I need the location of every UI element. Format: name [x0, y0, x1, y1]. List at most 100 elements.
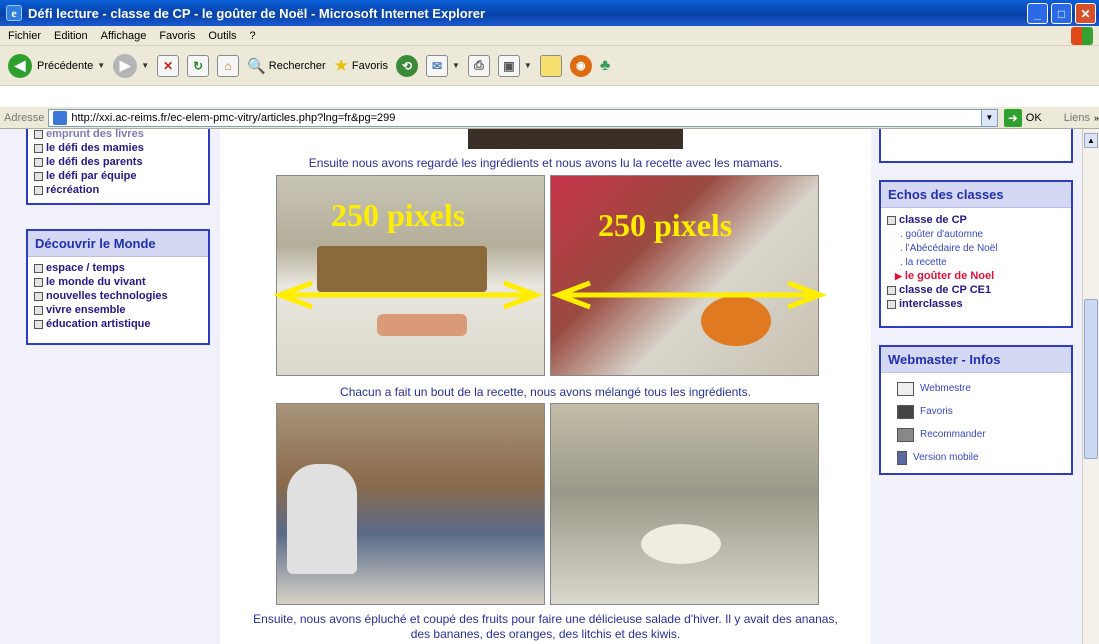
discover-box: Découvrir le Monde espace / temps le mon…	[26, 229, 210, 345]
favorites-button[interactable]: ★ Favoris	[334, 56, 388, 76]
go-button[interactable]: ➜ OK	[1003, 108, 1042, 127]
toolbar: ◀ Précédente ▼ ▶ ▼ ✕ ↻ ⌂ 🔍 Rechercher ★ …	[0, 46, 1099, 86]
menu-affichage[interactable]: Affichage	[101, 30, 147, 42]
history-button[interactable]: ⟲	[395, 54, 418, 77]
print-button[interactable]: ⎙	[467, 54, 490, 77]
research-button[interactable]: ◉	[569, 54, 592, 77]
stop-icon: ✕	[157, 54, 180, 77]
bullet-icon	[34, 143, 43, 153]
link-classe-cp[interactable]: classe de CP	[887, 213, 1071, 227]
menu-outils[interactable]: Outils	[208, 30, 236, 42]
bullet-icon	[34, 157, 43, 167]
left-column	[0, 129, 220, 644]
forward-dropdown-icon[interactable]: ▼	[141, 61, 149, 70]
menu-edition[interactable]: Edition	[54, 30, 88, 42]
mail-dropdown-icon[interactable]: ▼	[452, 61, 460, 70]
address-url: http://xxi.ac-reims.fr/ec-elem-pmc-vitry…	[71, 111, 396, 124]
bullet-icon	[34, 305, 43, 315]
photo-children-cooking	[276, 403, 545, 605]
current-arrow-icon: ▶	[895, 270, 902, 281]
back-dropdown-icon[interactable]: ▼	[97, 61, 105, 70]
search-icon: 🔍	[247, 57, 266, 75]
messenger-icon: ♣	[599, 56, 611, 74]
arrow-right	[550, 280, 828, 310]
left-top-menu-box: emprunt des livres le défi des mamies le…	[26, 129, 210, 205]
bullet-icon	[34, 171, 43, 181]
address-input[interactable]: http://xxi.ac-reims.fr/ec-elem-pmc-vitry…	[48, 108, 998, 127]
link-favoris[interactable]: Favoris	[897, 400, 1071, 423]
menu-favoris[interactable]: Favoris	[159, 30, 195, 42]
mail-button[interactable]: ✉ ▼	[425, 54, 460, 77]
title-bar: e Défi lecture - classe de CP - le goûte…	[0, 0, 1099, 26]
discuss-button[interactable]	[539, 54, 562, 77]
back-button[interactable]: ◀ Précédente ▼	[8, 53, 105, 78]
menu-link-parents[interactable]: le défi des parents	[34, 155, 208, 169]
go-arrow-icon: ➜	[1003, 108, 1022, 127]
scroll-up-icon[interactable]: ▲	[1084, 133, 1098, 148]
mail-icon	[897, 381, 914, 396]
link-webmestre[interactable]: Webmestre	[897, 377, 1071, 400]
link-interclasses[interactable]: interclasses	[887, 297, 1071, 311]
forward-button[interactable]: ▶ ▼	[113, 53, 149, 78]
bullet-icon	[34, 185, 43, 195]
link-classe-cp-ce1[interactable]: classe de CP CE1	[887, 283, 1071, 297]
overlay-label-right: 250 pixels	[598, 207, 733, 243]
menu-link-recreation[interactable]: récréation	[34, 183, 208, 197]
vertical-scrollbar[interactable]: ▲	[1082, 129, 1099, 644]
menu-link-equipe[interactable]: le défi par équipe	[34, 169, 208, 183]
menu-link-vivant[interactable]: le monde du vivant	[34, 275, 208, 289]
photo-children-reading	[550, 175, 819, 376]
link-recette[interactable]: . la recette	[887, 255, 1071, 269]
share-icon	[897, 427, 914, 442]
links-label[interactable]: Liens	[1064, 112, 1090, 124]
research-icon: ◉	[569, 54, 592, 77]
forward-arrow-icon: ▶	[113, 53, 138, 78]
windows-logo-icon	[1071, 27, 1093, 45]
photo-eggs	[377, 314, 467, 336]
minus-icon	[887, 215, 896, 225]
links-chevron-icon[interactable]: »	[1094, 113, 1099, 123]
address-dropdown-icon[interactable]: ▼	[980, 109, 997, 126]
edit-dropdown-icon[interactable]: ▼	[524, 61, 532, 70]
menu-link-vivre-ensemble[interactable]: vivre ensemble	[34, 303, 208, 317]
menu-help[interactable]: ?	[250, 30, 256, 42]
menu-fichier[interactable]: Fichier	[8, 30, 41, 42]
go-label: OK	[1025, 111, 1042, 124]
minimize-button[interactable]: _	[1027, 3, 1048, 24]
back-arrow-icon: ◀	[8, 53, 32, 78]
caption-ingredients: Ensuite nous avons regardé les ingrédien…	[308, 156, 783, 170]
page-content: emprunt des livres le défi des mamies le…	[0, 129, 1099, 644]
stop-button[interactable]: ✕	[157, 54, 180, 77]
search-label: Rechercher	[268, 59, 326, 72]
refresh-button[interactable]: ↻	[187, 54, 210, 77]
close-button[interactable]: ✕	[1075, 3, 1096, 24]
menu-link-education-artistique[interactable]: éducation artistique	[34, 317, 208, 331]
search-button[interactable]: 🔍 Rechercher	[247, 57, 326, 75]
star-icon: ★	[333, 55, 349, 75]
link-version-mobile[interactable]: Version mobile	[897, 446, 1071, 469]
menu-link-mamies[interactable]: le défi des mamies	[34, 141, 208, 155]
link-recommander[interactable]: Recommander	[897, 423, 1071, 446]
menu-link-emprunt[interactable]: emprunt des livres	[34, 129, 208, 141]
link-abecedaire[interactable]: . l'Abécédaire de Noël	[887, 241, 1071, 255]
menu-link-espace-temps[interactable]: espace / temps	[34, 261, 208, 275]
link-gouter-noel-current[interactable]: ▶ le goûter de Noel	[887, 269, 1071, 283]
page-icon	[53, 110, 68, 125]
edit-button[interactable]: ▣ ▼	[497, 54, 532, 77]
bullet-icon	[34, 319, 43, 329]
right-top-box	[879, 129, 1073, 163]
window-title: Défi lecture - classe de CP - le goûter …	[28, 5, 486, 21]
mail-icon: ✉	[425, 54, 448, 77]
maximize-button[interactable]: □	[1051, 3, 1072, 24]
scroll-thumb[interactable]	[1084, 299, 1098, 459]
menu-link-technologies[interactable]: nouvelles technologies	[34, 289, 208, 303]
home-button[interactable]: ⌂	[217, 54, 240, 77]
messenger-button[interactable]: ♣	[600, 57, 611, 75]
ie-icon: e	[6, 5, 22, 21]
link-gouter-automne[interactable]: . goûter d'automne	[887, 227, 1071, 241]
echos-title: Echos des classes	[881, 182, 1071, 208]
home-icon: ⌂	[217, 54, 240, 77]
refresh-icon: ↻	[187, 54, 210, 77]
caption-mixing: Chacun a fait un bout de la recette, nou…	[340, 385, 751, 399]
history-icon: ⟲	[395, 54, 418, 77]
